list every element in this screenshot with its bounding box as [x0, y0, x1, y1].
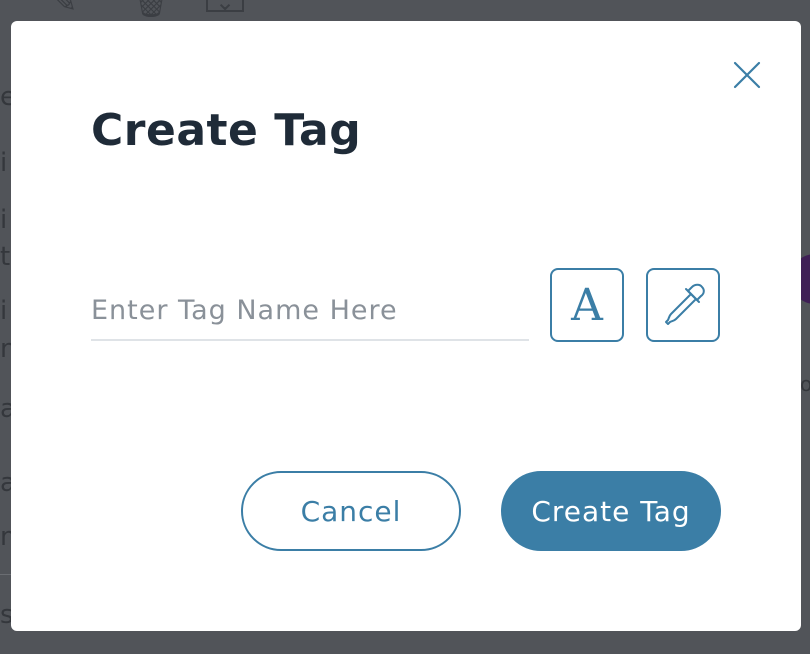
create-tag-button[interactable]: Create Tag: [501, 471, 721, 551]
edit-icon: ✎: [52, 0, 78, 20]
select-icon: ⌄: [206, 0, 244, 14]
background-text: t: [0, 242, 11, 272]
background-text: o: [800, 372, 810, 396]
font-icon: A: [571, 280, 603, 331]
background-text: i: [0, 148, 8, 178]
color-picker-button[interactable]: [646, 268, 720, 342]
close-icon: [733, 61, 761, 89]
close-button[interactable]: [731, 59, 763, 91]
tag-name-input[interactable]: [91, 281, 529, 341]
create-tag-dialog: Create Tag A Cancel Create Tag: [11, 21, 801, 631]
trash-icon: 🗑: [132, 0, 171, 20]
cancel-button[interactable]: Cancel: [241, 471, 461, 551]
background-text: i: [0, 296, 8, 326]
dialog-title: Create Tag: [91, 105, 362, 156]
eyedropper-icon: [665, 283, 705, 325]
font-style-button[interactable]: A: [550, 268, 624, 342]
background-text: i: [0, 205, 8, 235]
